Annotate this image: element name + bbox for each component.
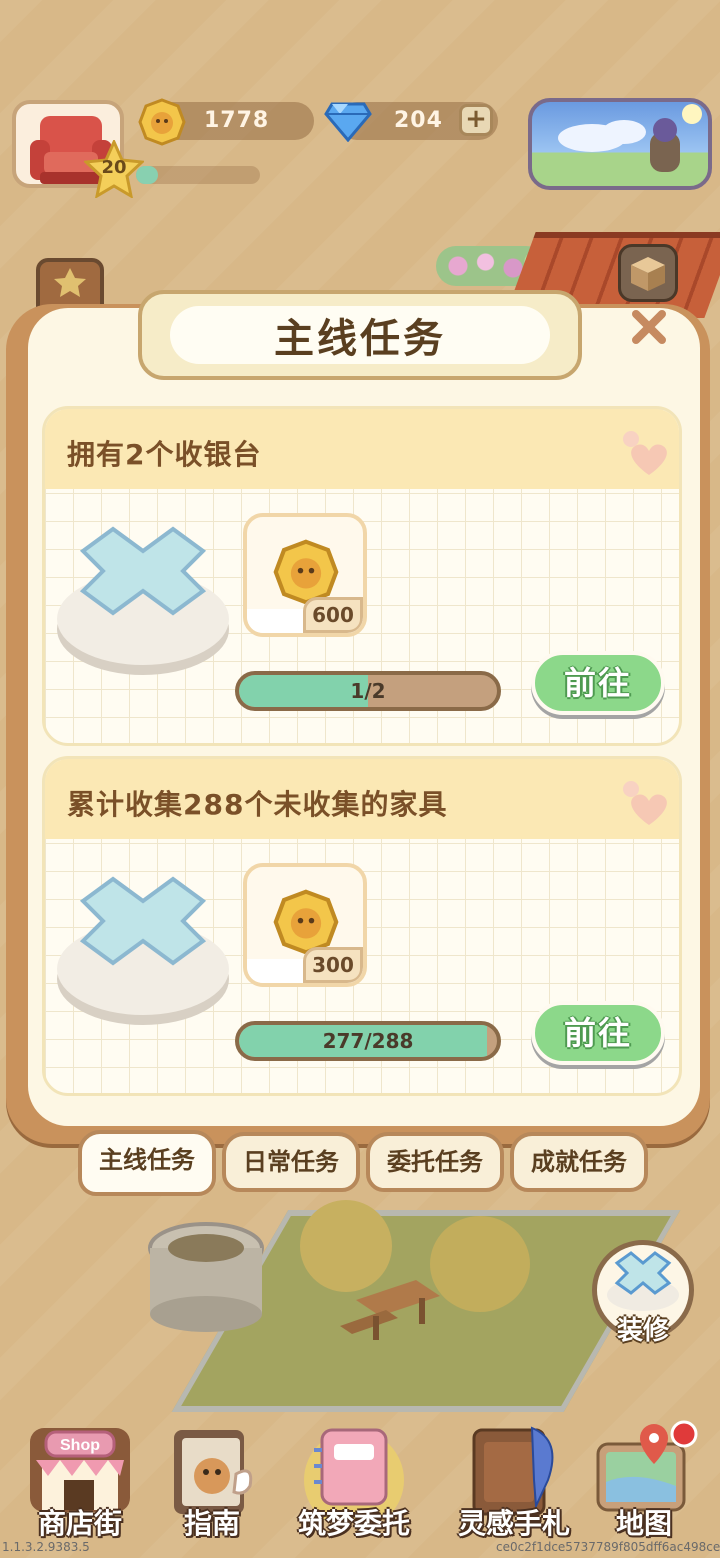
nav-label: 指南: [183, 1507, 240, 1540]
reward-slot[interactable]: 600: [243, 513, 367, 637]
furniture-icon: [57, 876, 229, 1025]
cashier-counter-icon: [57, 526, 229, 675]
task-progress-text: 1/2: [350, 679, 386, 703]
shop-sign-text: Shop: [60, 1437, 100, 1454]
picnic-table: [340, 1280, 440, 1340]
tab-main-quests[interactable]: 主线任务: [78, 1130, 216, 1196]
weather-scene-card[interactable]: [528, 98, 712, 190]
modal-title: 主线任务: [274, 316, 446, 362]
box-icon: [631, 257, 665, 291]
player-level: 20: [101, 157, 127, 178]
coin-count: 1778: [204, 108, 270, 133]
furniture-icon: [607, 1251, 679, 1311]
tab-daily-quests[interactable]: 日常任务: [222, 1132, 360, 1192]
decorate-label: 装修: [616, 1316, 669, 1346]
task-progress-bar: 1/2: [235, 671, 501, 711]
nav-label: 商店街: [37, 1507, 122, 1540]
star-icon: [54, 268, 86, 297]
tab-achievement-quests[interactable]: 成就任务: [510, 1132, 648, 1192]
dog-coin-icon: [273, 539, 339, 605]
nav-inspiration-journal[interactable]: 灵感手札: [454, 1420, 574, 1556]
add-gems-button[interactable]: +: [459, 104, 493, 136]
nav-label: 筑梦委托: [297, 1507, 410, 1540]
xp-bar-fill: [136, 166, 159, 184]
heart-icon: [623, 781, 667, 825]
reward-quantity: 600: [303, 597, 363, 633]
dog-coin-icon: [138, 98, 186, 146]
storage-box-button[interactable]: [618, 244, 678, 302]
task-progress-text: 277/288: [322, 1029, 414, 1053]
heart-icon: [623, 431, 667, 475]
task-title: 累计收集288个未收集的家具: [67, 788, 448, 821]
stone-well: [148, 1222, 264, 1332]
nav-map[interactable]: 地图: [584, 1420, 704, 1556]
version-text: 1.1.3.2.9383.5: [2, 1540, 90, 1554]
tab-commission-quests[interactable]: 委托任务: [366, 1132, 504, 1192]
close-button[interactable]: [628, 306, 670, 350]
task-title: 拥有2个收银台: [67, 438, 262, 471]
reward-slot[interactable]: 300: [243, 863, 367, 987]
nav-guide[interactable]: 指南: [152, 1420, 272, 1556]
build-hash-text: ce0c2f1dce5737789f805dff6ac498ce: [496, 1540, 720, 1554]
close-icon: [632, 310, 666, 344]
task-progress-bar: 277/288: [235, 1021, 501, 1061]
nav-shop-street[interactable]: Shop 商店街: [20, 1420, 140, 1556]
dog-coin-icon: [273, 889, 339, 955]
task-card: 累计收集288个未收集的家具 300 277/288 前往: [42, 756, 682, 1096]
nav-label: 地图: [615, 1507, 672, 1540]
nav-dream-commission[interactable]: 筑梦委托: [294, 1420, 414, 1556]
xp-bar: [136, 166, 260, 184]
go-button[interactable]: 前往: [531, 651, 665, 715]
diamond-icon: [324, 102, 372, 142]
reward-quantity: 300: [303, 947, 363, 983]
landscape-icon: [558, 104, 702, 172]
go-button[interactable]: 前往: [531, 1001, 665, 1065]
nav-label: 灵感手札: [457, 1507, 570, 1540]
task-card: 拥有2个收银台 600 1/2 前往: [42, 406, 682, 746]
gem-count: 204: [394, 108, 443, 133]
